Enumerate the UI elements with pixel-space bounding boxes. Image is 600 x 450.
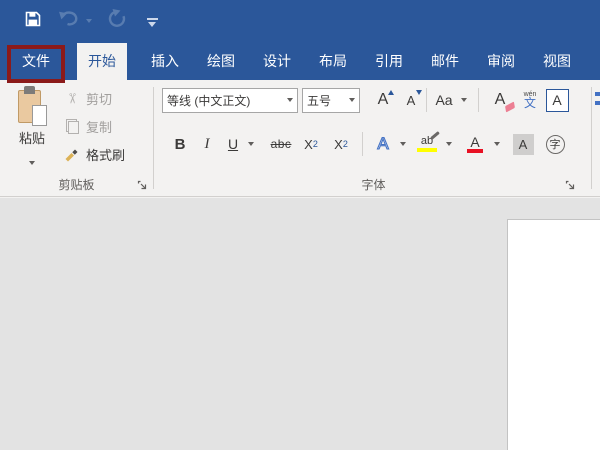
title-bar <box>0 0 600 43</box>
text-effects-chevron-icon[interactable] <box>396 131 409 157</box>
highlight-chevron-icon[interactable] <box>442 131 455 157</box>
save-button[interactable] <box>22 10 44 32</box>
customize-qat-icon <box>147 18 158 20</box>
tab-insert[interactable]: 插入 <box>137 43 193 80</box>
scissors-icon: ✂ <box>62 90 82 107</box>
customize-quick-access-toolbar-button[interactable] <box>144 14 160 30</box>
format-painter-brush-icon <box>62 146 82 162</box>
undo-button[interactable] <box>57 11 81 31</box>
font-name-chevron-icon <box>287 98 293 102</box>
enclose-characters-icon: 字 <box>546 135 565 154</box>
redo-icon <box>106 8 128 35</box>
save-icon <box>24 10 42 33</box>
tab-layout[interactable]: 布局 <box>305 43 361 80</box>
tab-home[interactable]: 开始 <box>77 43 127 80</box>
cut-label: 剪切 <box>86 89 112 108</box>
tab-design[interactable]: 设计 <box>249 43 305 80</box>
tab-file[interactable]: 文件 <box>8 43 64 80</box>
tab-mailings[interactable]: 邮件 <box>417 43 473 80</box>
paste-clipboard-icon <box>17 86 47 126</box>
font-color-button[interactable]: A <box>460 131 490 157</box>
character-shading-button[interactable]: A <box>509 131 537 157</box>
font-name-value: 等线 (中文正文) <box>167 92 287 109</box>
change-case-chevron-icon[interactable] <box>457 87 470 113</box>
group-separator <box>591 87 592 189</box>
highlighter-icon: ab <box>417 136 437 152</box>
undo-dropdown-chevron-icon[interactable] <box>84 17 94 25</box>
subscript-button[interactable]: X2 <box>298 131 324 157</box>
document-area <box>0 198 600 450</box>
font-group-label: 字体 <box>155 176 592 193</box>
tab-draw[interactable]: 绘图 <box>193 43 249 80</box>
clipboard-group-label: 剪贴板 <box>0 176 153 193</box>
font-size-value: 五号 <box>307 92 349 109</box>
font-color-icon: A <box>467 135 483 153</box>
tab-references[interactable]: 引用 <box>361 43 417 80</box>
copy-label: 复制 <box>86 117 112 136</box>
clipboard-group: 粘贴 ✂ 剪切 复制 <box>0 80 153 196</box>
font-dialog-launcher-icon[interactable] <box>564 179 576 191</box>
character-shading-icon: A <box>513 134 534 155</box>
ribbon: 粘贴 ✂ 剪切 复制 <box>0 80 600 197</box>
italic-button[interactable]: I <box>196 131 218 157</box>
enclose-characters-button[interactable]: 字 <box>542 131 568 157</box>
paste-dropdown-chevron-icon[interactable] <box>29 152 35 170</box>
font-size-combobox[interactable]: 五号 <box>302 88 360 113</box>
document-page[interactable] <box>507 219 600 450</box>
character-border-button[interactable]: A <box>545 87 569 113</box>
text-highlight-color-button[interactable]: ab <box>412 131 442 157</box>
strikethrough-button[interactable]: abc <box>266 131 296 157</box>
change-case-button[interactable]: Aa <box>431 87 457 113</box>
font-group: 等线 (中文正文) 五号 A A Aa <box>155 80 592 196</box>
bold-button[interactable]: B <box>168 131 192 157</box>
copy-icon <box>62 119 82 134</box>
phonetic-guide-button[interactable]: wén 文 <box>517 87 543 113</box>
format-painter-label: 格式刷 <box>86 145 125 164</box>
font-name-combobox[interactable]: 等线 (中文正文) <box>162 88 298 113</box>
text-effects-icon: A <box>377 134 388 154</box>
tab-view[interactable]: 视图 <box>529 43 585 80</box>
superscript-button[interactable]: X2 <box>328 131 354 157</box>
grow-font-button[interactable]: A <box>370 87 396 113</box>
clipboard-dialog-launcher-icon[interactable] <box>136 179 148 191</box>
character-border-icon: A <box>546 89 569 112</box>
bullets-icon-partial <box>595 92 600 105</box>
underline-chevron-icon[interactable] <box>244 131 257 157</box>
tab-review[interactable]: 审阅 <box>473 43 529 80</box>
clear-formatting-button[interactable]: A <box>486 87 514 113</box>
shrink-font-button[interactable]: A <box>398 87 424 113</box>
underline-button[interactable]: U <box>222 131 244 157</box>
word-window: 文件 开始 插入 绘图 设计 布局 引用 邮件 审阅 视图 粘贴 <box>0 0 600 450</box>
redo-button[interactable] <box>105 10 129 32</box>
copy-button[interactable]: 复制 <box>62 112 125 140</box>
text-effects-button[interactable]: A <box>370 131 396 157</box>
shrink-font-arrow-icon <box>416 90 422 95</box>
format-painter-button[interactable]: 格式刷 <box>62 140 125 168</box>
eraser-icon <box>505 102 515 113</box>
paste-label: 粘贴 <box>19 128 45 147</box>
undo-icon <box>57 9 81 33</box>
grow-font-arrow-icon <box>388 90 394 95</box>
phonetic-guide-icon: wén 文 <box>524 91 537 109</box>
paste-button[interactable]: 粘贴 <box>8 84 56 178</box>
group-separator <box>153 87 154 189</box>
font-size-chevron-icon <box>349 98 355 102</box>
cut-button[interactable]: ✂ 剪切 <box>62 84 125 112</box>
font-color-chevron-icon[interactable] <box>490 131 503 157</box>
ribbon-tab-row: 文件 开始 插入 绘图 设计 布局 引用 邮件 审阅 视图 <box>0 43 600 80</box>
